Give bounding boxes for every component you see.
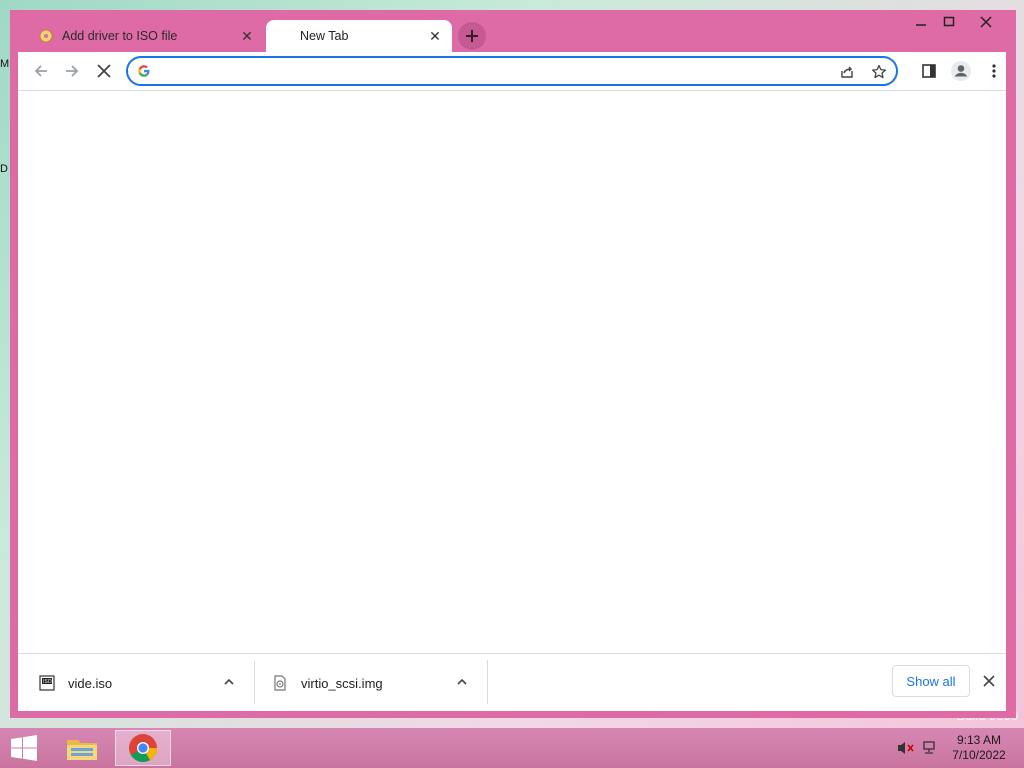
chrome-taskbar-button[interactable] xyxy=(115,730,171,766)
tab-new-tab[interactable]: New Tab ✕ xyxy=(266,20,452,52)
download-item[interactable]: ISO vide.iso xyxy=(38,662,238,704)
close-icon xyxy=(980,16,992,28)
tab-add-driver[interactable]: Add driver to ISO file ✕ xyxy=(28,20,264,52)
browser-toolbar xyxy=(18,52,1006,91)
arrow-right-icon xyxy=(66,65,79,77)
close-shelf-button[interactable] xyxy=(978,670,1000,692)
share-icon[interactable] xyxy=(836,61,858,83)
download-item[interactable]: virtio_scsi.img xyxy=(271,662,471,704)
address-input[interactable] xyxy=(158,61,832,83)
back-button[interactable] xyxy=(28,58,54,84)
tab-title: New Tab xyxy=(300,29,349,43)
menu-button[interactable] xyxy=(981,58,1007,84)
profile-button[interactable] xyxy=(948,58,974,84)
close-window-button[interactable] xyxy=(970,10,1002,34)
volume-muted-icon[interactable] xyxy=(896,738,916,758)
google-g-icon xyxy=(137,64,151,83)
download-shelf: ISO vide.iso virtio_scsi.img Show all xyxy=(18,653,1006,711)
windows-logo-icon xyxy=(11,735,37,761)
maximize-button[interactable] xyxy=(934,10,964,34)
close-tab-icon[interactable]: ✕ xyxy=(424,25,446,47)
shelf-divider xyxy=(254,660,255,704)
chevron-up-icon[interactable] xyxy=(451,671,473,693)
chrome-icon xyxy=(129,734,157,762)
desktop-edge-glyph: M xyxy=(0,58,10,70)
page-content xyxy=(18,91,1006,653)
avatar-icon xyxy=(951,61,971,81)
start-button[interactable] xyxy=(8,734,40,762)
side-panel-icon xyxy=(922,64,936,78)
tab-title: Add driver to ISO file xyxy=(62,29,178,43)
download-filename: vide.iso xyxy=(68,675,113,691)
system-clock[interactable]: 9:13 AM 7/10/2022 xyxy=(944,733,1014,763)
file-explorer-taskbar-button[interactable] xyxy=(54,730,110,766)
shelf-divider xyxy=(487,660,488,704)
browser-window: Add driver to ISO file ✕ New Tab ✕ ISO v… xyxy=(10,10,1016,718)
side-panel-button[interactable] xyxy=(916,58,942,84)
arrow-left-icon xyxy=(34,65,47,77)
forward-button[interactable] xyxy=(59,58,85,84)
bookmark-star-icon[interactable] xyxy=(868,61,890,83)
chevron-up-icon[interactable] xyxy=(218,671,240,693)
close-icon xyxy=(97,64,111,78)
svg-text:ISO: ISO xyxy=(43,679,52,685)
show-all-button[interactable]: Show all xyxy=(892,665,970,697)
file-explorer-icon xyxy=(67,740,97,760)
network-icon[interactable] xyxy=(920,738,940,758)
download-filename: virtio_scsi.img xyxy=(301,675,383,691)
tab-strip: Add driver to ISO file ✕ New Tab ✕ xyxy=(10,10,1016,52)
taskbar: 9:13 AM 7/10/2022 xyxy=(0,728,1024,768)
stop-loading-button[interactable] xyxy=(91,58,117,84)
minimize-icon xyxy=(916,24,926,26)
address-bar[interactable] xyxy=(126,56,898,86)
disk-image-icon xyxy=(271,674,289,692)
close-tab-icon[interactable]: ✕ xyxy=(236,25,258,47)
maximize-icon xyxy=(943,16,955,27)
kebab-menu-icon xyxy=(992,64,996,78)
desktop-edge-glyph: D xyxy=(0,163,8,175)
new-tab-button[interactable] xyxy=(458,22,486,50)
minimize-button[interactable] xyxy=(906,10,936,34)
clock-time: 9:13 AM xyxy=(956,733,1002,747)
iso-file-icon: ISO xyxy=(38,674,56,692)
close-icon xyxy=(983,675,995,687)
plus-icon xyxy=(466,30,478,42)
disc-icon xyxy=(38,28,54,44)
clock-date: 7/10/2022 xyxy=(952,748,1006,762)
